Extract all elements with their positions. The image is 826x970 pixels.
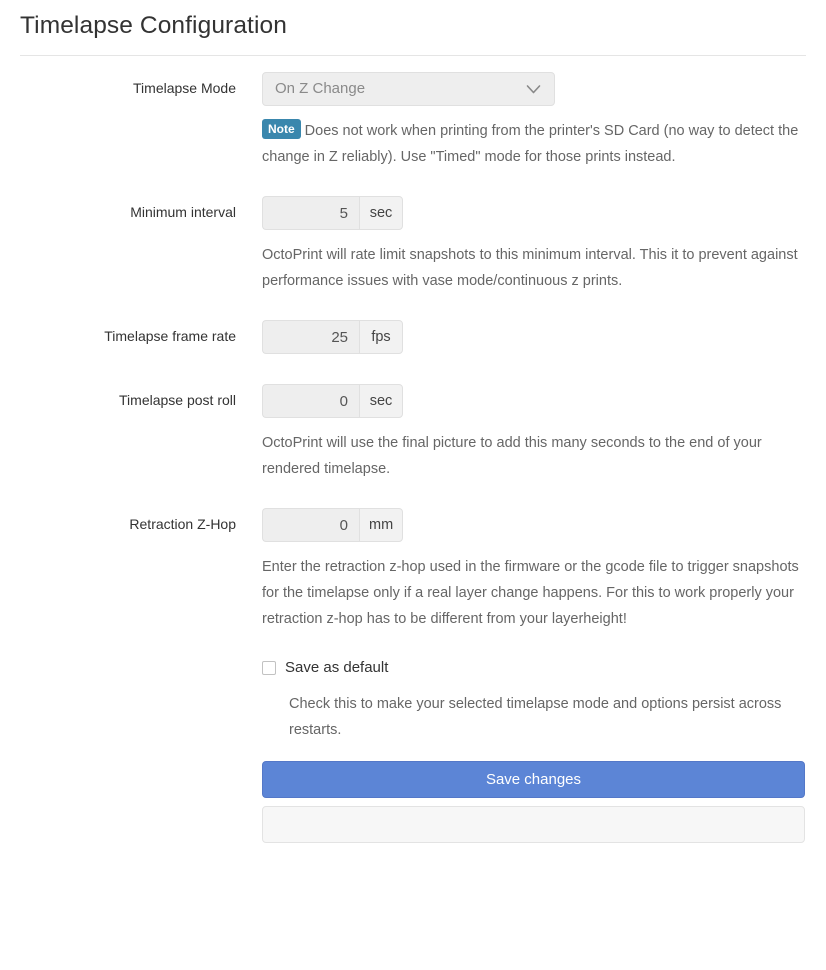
minimum-interval-input[interactable] bbox=[262, 196, 359, 230]
timelapse-configuration-page: Timelapse Configuration Timelapse Mode O… bbox=[0, 0, 826, 970]
minimum-interval-input-group: sec bbox=[262, 196, 403, 230]
timelapse-mode-label: Timelapse Mode bbox=[133, 80, 236, 96]
form-row-minimum-interval: Minimum interval sec OctoPrint will rate… bbox=[0, 196, 826, 294]
timelapse-mode-note-text: Does not work when printing from the pri… bbox=[262, 123, 799, 165]
frame-rate-label: Timelapse frame rate bbox=[104, 328, 236, 344]
form-row-save-as-default: Save as default Check this to make your … bbox=[0, 654, 826, 743]
post-roll-input[interactable] bbox=[262, 384, 359, 418]
post-roll-label: Timelapse post roll bbox=[119, 392, 236, 408]
retraction-zhop-input-group: mm bbox=[262, 508, 404, 542]
post-roll-input-group: sec bbox=[262, 384, 403, 418]
frame-rate-input[interactable] bbox=[262, 320, 359, 354]
post-roll-unit: sec bbox=[359, 384, 403, 418]
save-as-default-label[interactable]: Save as default bbox=[285, 658, 388, 678]
timelapse-mode-select[interactable]: On Z Change bbox=[262, 72, 555, 106]
form-row-actions: Save changes bbox=[0, 761, 826, 843]
form-row-frame-rate: Timelapse frame rate fps bbox=[0, 320, 826, 354]
timelapse-form: Timelapse Mode On Z Change Note Does not … bbox=[0, 56, 826, 843]
actions-spacer bbox=[0, 761, 236, 767]
minimum-interval-control: sec OctoPrint will rate limit snapshots … bbox=[236, 196, 826, 294]
post-roll-help: OctoPrint will use the final picture to … bbox=[262, 435, 762, 477]
timelapse-mode-control: On Z Change Note Does not work when print… bbox=[236, 72, 826, 170]
save-changes-button[interactable]: Save changes bbox=[262, 761, 805, 798]
frame-rate-unit: fps bbox=[359, 320, 403, 354]
minimum-interval-label: Minimum interval bbox=[130, 204, 236, 220]
save-as-default-control: Save as default Check this to make your … bbox=[236, 654, 826, 743]
actions-control: Save changes bbox=[236, 761, 826, 843]
frame-rate-input-group: fps bbox=[262, 320, 403, 354]
form-row-retraction-zhop: Retraction Z-Hop mm Enter the retraction… bbox=[0, 508, 826, 632]
note-badge: Note bbox=[262, 119, 301, 139]
frame-rate-control: fps bbox=[236, 320, 826, 354]
minimum-interval-unit: sec bbox=[359, 196, 403, 230]
retraction-zhop-label: Retraction Z-Hop bbox=[129, 516, 236, 532]
chevron-down-icon bbox=[526, 83, 541, 96]
secondary-action-button[interactable] bbox=[262, 806, 805, 843]
form-row-timelapse-mode: Timelapse Mode On Z Change Note Does not … bbox=[0, 72, 826, 170]
retraction-zhop-unit: mm bbox=[359, 508, 404, 542]
timelapse-mode-selected-value: On Z Change bbox=[275, 80, 366, 97]
retraction-zhop-help: Enter the retraction z-hop used in the f… bbox=[262, 559, 799, 627]
page-title: Timelapse Configuration bbox=[20, 12, 287, 39]
save-as-default-checkbox[interactable] bbox=[262, 661, 276, 675]
retraction-zhop-input[interactable] bbox=[262, 508, 359, 542]
save-as-default-help: Check this to make your selected timelap… bbox=[289, 696, 782, 738]
form-row-post-roll: Timelapse post roll sec OctoPrint will u… bbox=[0, 384, 826, 482]
timelapse-mode-note: Note Does not work when printing from the… bbox=[262, 118, 810, 170]
save-as-default-checkbox-row[interactable]: Save as default bbox=[262, 658, 815, 678]
post-roll-control: sec OctoPrint will use the final picture… bbox=[236, 384, 826, 482]
retraction-zhop-control: mm Enter the retraction z-hop used in th… bbox=[236, 508, 826, 632]
save-as-default-spacer bbox=[0, 654, 236, 660]
minimum-interval-help: OctoPrint will rate limit snapshots to t… bbox=[262, 247, 798, 289]
